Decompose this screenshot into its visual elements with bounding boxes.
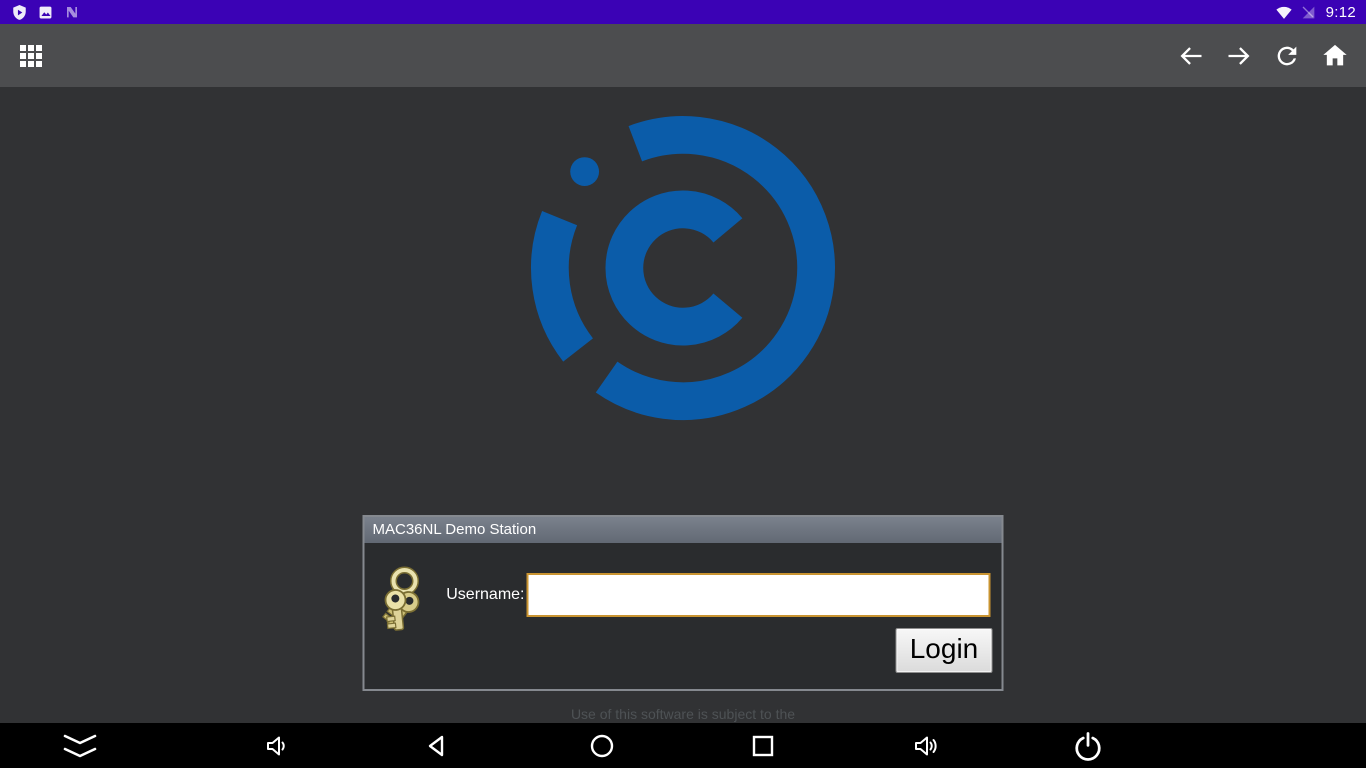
clock: 9:12: [1326, 4, 1356, 21]
photos-icon: [38, 5, 53, 20]
home-circle-icon[interactable]: [589, 733, 615, 759]
toolbar-nav-buttons: [1176, 41, 1350, 71]
play-protect-shield-icon: [12, 4, 27, 21]
hide-navbar-chevrons-icon[interactable]: [60, 731, 100, 761]
forward-arrow-icon[interactable]: [1224, 41, 1254, 71]
recents-square-icon[interactable]: [751, 734, 775, 758]
volume-up-icon[interactable]: [912, 732, 942, 760]
license-disclaimer-text: Use of this software is subject to the: [0, 706, 1366, 722]
page-content: MAC36NL Demo Station: [0, 87, 1366, 723]
logo-dot: [570, 157, 599, 186]
android-navbar: [0, 723, 1366, 768]
status-notification-icons: [12, 4, 80, 21]
status-system-icons: 9:12: [1275, 4, 1356, 21]
back-icon[interactable]: [424, 733, 450, 759]
apps-grid-icon[interactable]: [16, 41, 46, 71]
wifi-icon: [1275, 4, 1293, 20]
cellular-off-icon: [1300, 4, 1316, 20]
username-label: Username:: [365, 573, 525, 617]
login-dialog-title: MAC36NL Demo Station: [365, 517, 1002, 543]
home-icon[interactable]: [1320, 41, 1350, 71]
status-bar: 9:12: [0, 0, 1366, 24]
login-button[interactable]: Login: [896, 628, 993, 673]
volume-down-icon[interactable]: [263, 732, 291, 760]
android-n-icon: [64, 4, 80, 20]
login-dialog-body: Username: Login: [365, 543, 1002, 689]
browser-toolbar: [0, 24, 1366, 87]
power-icon[interactable]: [1073, 731, 1103, 761]
username-input[interactable]: [527, 573, 991, 617]
refresh-icon[interactable]: [1272, 41, 1302, 71]
station-brand-logo: [528, 113, 838, 423]
back-arrow-icon[interactable]: [1176, 41, 1206, 71]
login-dialog: MAC36NL Demo Station: [363, 515, 1004, 691]
